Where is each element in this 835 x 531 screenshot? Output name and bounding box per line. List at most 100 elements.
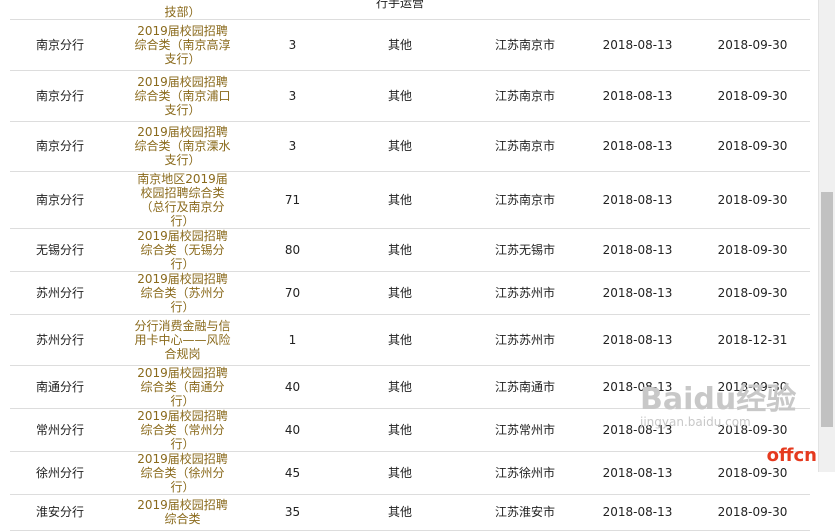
table-row: 无锡分行 2019届校园招聘综合类（无锡分行） 80 其他 江苏无锡市 2018-08-1… <box>10 228 810 272</box>
count-cell: 40 <box>255 408 330 452</box>
start-date-cell: 2018-08-13 <box>580 271 695 315</box>
job-title-cell[interactable]: 技部） <box>110 0 255 20</box>
start-date-cell: 2018-08-13 <box>580 70 695 122</box>
location-cell: 江苏南京市 <box>470 171 580 229</box>
job-title-cell[interactable]: 2019届校园招聘综合类（南京溧水支行） <box>110 121 255 172</box>
job-title-cell[interactable]: 2019届校园招聘综合类 <box>110 494 255 531</box>
count-cell <box>255 0 330 20</box>
table-row: 苏州分行 分行消费金融与信用卡中心——风险合规岗 1 其他 江苏苏州市 2018-08-1… <box>10 314 810 366</box>
watermark-url: jingyan.baidu.com <box>640 415 751 429</box>
location-cell: 江苏苏州市 <box>470 271 580 315</box>
job-title-cell[interactable]: 2019届校园招聘综合类（苏州分行） <box>110 271 255 315</box>
location-cell <box>470 0 580 20</box>
branch-cell: 南通分行 <box>10 365 110 409</box>
end-date-cell: 2018-09-30 <box>695 19 810 71</box>
table-row-partial: 技部） 行手运营 <box>10 0 810 20</box>
job-title-link[interactable]: 南京地区2019届校园招聘综合类（总行及南京分行） <box>134 172 232 228</box>
category-cell: 其他 <box>330 451 470 495</box>
location-cell: 江苏淮安市 <box>470 494 580 531</box>
location-cell: 江苏南通市 <box>470 365 580 409</box>
job-title-link[interactable]: 2019届校园招聘综合类（徐州分行） <box>134 452 232 494</box>
count-cell: 3 <box>255 19 330 71</box>
branch-cell: 徐州分行 <box>10 451 110 495</box>
count-cell: 40 <box>255 365 330 409</box>
start-date-cell: 2018-08-13 <box>580 494 695 531</box>
job-title-link[interactable]: 2019届校园招聘综合类（苏州分行） <box>134 272 232 314</box>
category-cell: 其他 <box>330 19 470 71</box>
category-cell: 其他 <box>330 171 470 229</box>
category-cell: 其他 <box>330 121 470 172</box>
count-cell: 45 <box>255 451 330 495</box>
job-title-cell[interactable]: 2019届校园招聘综合类（南京高淳支行） <box>110 19 255 71</box>
location-cell: 江苏苏州市 <box>470 314 580 366</box>
end-date-cell: 2018-09-30 <box>695 228 810 272</box>
baidu-jingyan-watermark: Baidu经验 jingyan.baidu.com <box>640 382 800 430</box>
job-title-cell[interactable]: 2019届校园招聘综合类（常州分行） <box>110 408 255 452</box>
job-title-cell[interactable]: 分行消费金融与信用卡中心——风险合规岗 <box>110 314 255 366</box>
count-cell: 1 <box>255 314 330 366</box>
vertical-scrollbar[interactable] <box>818 0 835 472</box>
job-title-cell[interactable]: 2019届校园招聘综合类（徐州分行） <box>110 451 255 495</box>
location-cell: 江苏徐州市 <box>470 451 580 495</box>
branch-cell: 苏州分行 <box>10 271 110 315</box>
category-cell: 其他 <box>330 314 470 366</box>
table-row: 南京分行 2019届校园招聘综合类（南京溧水支行） 3 其他 江苏南京市 2018-08-… <box>10 121 810 172</box>
scrollbar-thumb[interactable] <box>821 192 833 427</box>
branch-cell: 淮安分行 <box>10 494 110 531</box>
branch-cell: 苏州分行 <box>10 314 110 366</box>
category-cell: 其他 <box>330 271 470 315</box>
start-date-cell: 2018-08-13 <box>580 314 695 366</box>
job-title-link[interactable]: 2019届校园招聘综合类（南京溧水支行） <box>134 125 232 167</box>
category-cell: 其他 <box>330 228 470 272</box>
start-date-cell: 2018-08-13 <box>580 121 695 172</box>
job-title-cell[interactable]: 2019届校园招聘综合类（无锡分行） <box>110 228 255 272</box>
start-date-cell <box>580 0 695 20</box>
location-cell: 江苏常州市 <box>470 408 580 452</box>
count-cell: 35 <box>255 494 330 531</box>
table-row: 南京分行 2019届校园招聘综合类（南京浦口支行） 3 其他 江苏南京市 2018-08-… <box>10 70 810 122</box>
count-cell: 70 <box>255 271 330 315</box>
job-title-cell[interactable]: 2019届校园招聘综合类（南京浦口支行） <box>110 70 255 122</box>
table-row: 苏州分行 2019届校园招聘综合类（苏州分行） 70 其他 江苏苏州市 2018-08-1… <box>10 271 810 315</box>
end-date-cell: 2018-09-30 <box>695 171 810 229</box>
location-cell: 江苏无锡市 <box>470 228 580 272</box>
count-cell: 80 <box>255 228 330 272</box>
location-cell: 江苏南京市 <box>470 19 580 71</box>
end-date-cell: 2018-12-31 <box>695 314 810 366</box>
end-date-cell <box>695 0 810 20</box>
start-date-cell: 2018-08-13 <box>580 19 695 71</box>
job-title-link[interactable]: 2019届校园招聘综合类（常州分行） <box>134 409 232 451</box>
branch-cell: 南京分行 <box>10 70 110 122</box>
branch-cell: 南京分行 <box>10 171 110 229</box>
job-title-link[interactable]: 2019届校园招聘综合类（南通分行） <box>134 366 232 408</box>
end-date-cell: 2018-09-30 <box>695 494 810 531</box>
branch-cell <box>10 0 110 20</box>
end-date-cell: 2018-09-30 <box>695 70 810 122</box>
branch-cell: 南京分行 <box>10 121 110 172</box>
table-row: 徐州分行 2019届校园招聘综合类（徐州分行） 45 其他 江苏徐州市 2018-08-1… <box>10 451 810 495</box>
category-cell: 其他 <box>330 70 470 122</box>
category-cell: 其他 <box>330 365 470 409</box>
table-row: 南京分行 南京地区2019届校园招聘综合类（总行及南京分行） 71 其他 江苏南京市 20… <box>10 171 810 229</box>
job-title-link[interactable]: 2019届校园招聘综合类（南京高淳支行） <box>134 24 232 66</box>
count-cell: 3 <box>255 70 330 122</box>
job-title-cell[interactable]: 南京地区2019届校园招聘综合类（总行及南京分行） <box>110 171 255 229</box>
category-cell: 其他 <box>330 494 470 531</box>
job-title-link[interactable]: 2019届校园招聘综合类（无锡分行） <box>134 229 232 271</box>
job-title-cell[interactable]: 2019届校园招聘综合类（南通分行） <box>110 365 255 409</box>
job-title-link[interactable]: 分行消费金融与信用卡中心——风险合规岗 <box>134 319 232 361</box>
category-cell: 行手运营 <box>330 0 470 20</box>
watermark-text: Baidu经验 <box>640 382 797 417</box>
count-cell: 71 <box>255 171 330 229</box>
offcn-logo: offcn <box>766 445 817 466</box>
end-date-cell: 2018-09-30 <box>695 121 810 172</box>
table-row: 淮安分行 2019届校园招聘综合类 35 其他 江苏淮安市 2018-08-13 2018-… <box>10 494 810 531</box>
count-cell: 3 <box>255 121 330 172</box>
location-cell: 江苏南京市 <box>470 121 580 172</box>
branch-cell: 无锡分行 <box>10 228 110 272</box>
job-listing-table: 技部） 行手运营 南京分行 2019届校园招聘综合类（南京高淳支行） 3 其他 江苏南京… <box>10 0 810 531</box>
start-date-cell: 2018-08-13 <box>580 451 695 495</box>
end-date-cell: 2018-09-30 <box>695 271 810 315</box>
job-title-link[interactable]: 2019届校园招聘综合类（南京浦口支行） <box>134 75 232 117</box>
job-title-link[interactable]: 2019届校园招聘综合类 <box>134 498 232 526</box>
